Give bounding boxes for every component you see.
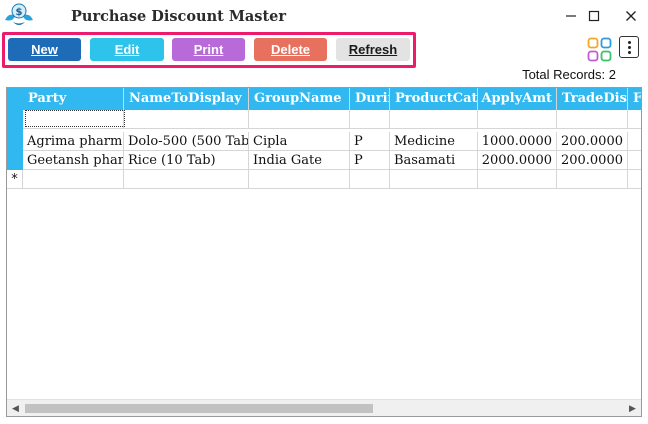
new-row-cell[interactable]	[390, 170, 478, 189]
column-header-apply-amt[interactable]: ApplyAmt	[478, 88, 557, 110]
new-row-cell[interactable]	[350, 170, 390, 189]
window-title: Purchase Discount Master	[71, 8, 287, 25]
cell-party[interactable]: Geetansh pharm	[23, 151, 124, 170]
refresh-button[interactable]: Refresh	[336, 38, 410, 61]
filter-cell[interactable]	[350, 110, 390, 129]
cell-f[interactable]	[628, 132, 641, 151]
cell-product-category[interactable]: Medicine	[390, 132, 478, 151]
cell-apply-amt[interactable]: 1000.0000	[478, 132, 557, 151]
cell-trade-disc[interactable]: 200.0000	[557, 132, 628, 151]
cell-apply-amt[interactable]: 2000.0000	[478, 151, 557, 170]
column-header-trade-disc[interactable]: TradeDisc	[557, 88, 628, 110]
grid-header-row: Party NameToDisplay GroupName Durin Prod…	[23, 88, 641, 110]
column-header-durin[interactable]: Durin	[350, 88, 390, 110]
filter-cell[interactable]	[478, 110, 557, 129]
row-header-band	[7, 88, 23, 170]
cell-durin[interactable]: P	[350, 151, 390, 170]
new-row-marker: *	[7, 170, 23, 189]
column-header-party[interactable]: Party	[23, 88, 124, 110]
filter-cell[interactable]	[557, 110, 628, 129]
dollar-swan-logo-icon: $	[5, 3, 33, 25]
new-row-cell[interactable]	[249, 170, 350, 189]
active-filter-cell[interactable]	[25, 110, 125, 127]
cell-durin[interactable]: P	[350, 132, 390, 151]
scroll-right-icon[interactable]: ▶	[624, 400, 641, 416]
cell-name-to-display[interactable]: Dolo-500 (500 Tab)	[124, 132, 249, 151]
cell-trade-disc[interactable]: 200.0000	[557, 151, 628, 170]
cell-party[interactable]: Agrima pharma	[23, 132, 124, 151]
maximize-icon	[588, 10, 600, 22]
new-button[interactable]: New	[8, 38, 81, 61]
scroll-left-icon[interactable]: ◀	[7, 400, 24, 416]
close-icon	[626, 11, 636, 21]
delete-button[interactable]: Delete	[254, 38, 327, 61]
table-row[interactable]: Geetansh pharm Rice (10 Tab) India Gate …	[23, 151, 641, 170]
svg-text:$: $	[16, 7, 23, 18]
apps-grid-icon[interactable]	[587, 37, 612, 62]
column-header-product-category[interactable]: ProductCateg	[390, 88, 478, 110]
column-header-f[interactable]: F	[628, 88, 641, 110]
table-row[interactable]: Agrima pharma Dolo-500 (500 Tab) Cipla P…	[23, 132, 641, 151]
column-header-group-name[interactable]: GroupName	[249, 88, 350, 110]
cell-group-name[interactable]: Cipla	[249, 132, 350, 151]
new-row-cell[interactable]	[478, 170, 557, 189]
new-row-cell[interactable]	[23, 170, 124, 189]
more-menu-button[interactable]	[619, 36, 639, 58]
close-button[interactable]	[608, 0, 648, 32]
horizontal-scrollbar[interactable]: ◀ ▶	[7, 399, 641, 416]
edit-button[interactable]: Edit	[90, 38, 164, 61]
filter-cell[interactable]	[249, 110, 350, 129]
new-row-cell[interactable]	[124, 170, 249, 189]
new-row-cell[interactable]	[557, 170, 628, 189]
new-row[interactable]	[23, 170, 641, 189]
filter-cell[interactable]	[628, 110, 641, 129]
cell-name-to-display[interactable]: Rice (10 Tab)	[124, 151, 249, 170]
column-header-name-to-display[interactable]: NameToDisplay	[124, 88, 249, 110]
filter-cell[interactable]	[124, 110, 249, 129]
data-grid[interactable]: Party NameToDisplay GroupName Durin Prod…	[6, 87, 642, 417]
cell-product-category[interactable]: Basamati	[390, 151, 478, 170]
new-row-cell[interactable]	[628, 170, 641, 189]
cell-f[interactable]	[628, 151, 641, 170]
title-bar: $ Purchase Discount Master	[0, 0, 648, 32]
total-records-label: Total Records: 2	[522, 67, 616, 82]
cell-group-name[interactable]: India Gate	[249, 151, 350, 170]
filter-cell[interactable]	[390, 110, 478, 129]
more-vertical-icon	[627, 40, 631, 44]
scrollbar-thumb[interactable]	[25, 404, 373, 413]
print-button[interactable]: Print	[172, 38, 245, 61]
